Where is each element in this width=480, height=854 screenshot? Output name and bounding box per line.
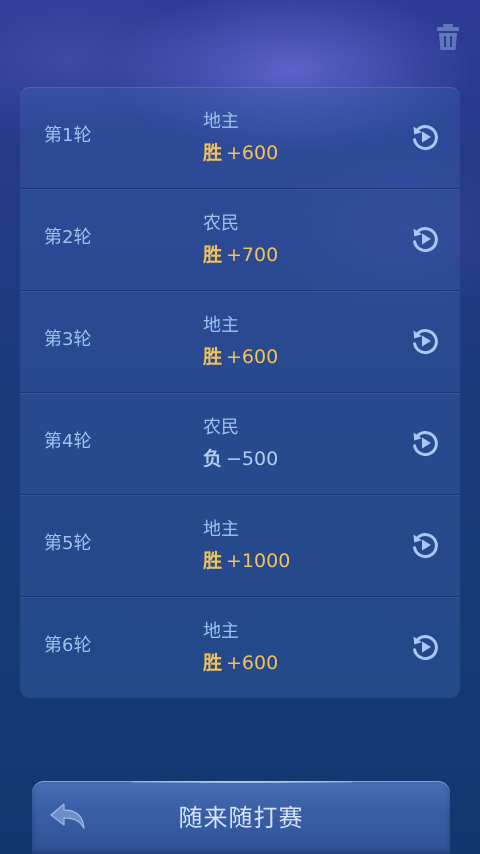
round-row: 第3轮 地主 胜 +600 — [20, 291, 460, 393]
trash-icon — [437, 24, 459, 50]
round-row: 第5轮 地主 胜 +1000 — [20, 495, 460, 597]
bottom-bar: 随来随打赛 — [32, 781, 450, 854]
score-value: +600 — [226, 652, 279, 674]
score-value: +700 — [226, 244, 279, 266]
result-word: 负 — [203, 448, 223, 470]
result-line: 胜 +600 — [203, 142, 278, 164]
replay-icon — [413, 635, 438, 661]
result-word: 胜 — [203, 142, 223, 164]
result-line: 胜 +1000 — [203, 550, 290, 572]
replay-button[interactable] — [410, 122, 440, 152]
round-row: 第2轮 农民 胜 +700 — [20, 189, 460, 291]
score-value: +1000 — [226, 550, 291, 572]
score-value: −500 — [226, 448, 279, 470]
round-label: 第5轮 — [44, 533, 92, 554]
round-row: 第1轮 地主 胜 +600 — [20, 87, 460, 189]
result-line: 胜 +700 — [203, 244, 278, 266]
replay-button[interactable] — [410, 428, 440, 458]
replay-icon — [413, 125, 438, 151]
result-line: 负 −500 — [203, 448, 278, 470]
replay-icon — [413, 227, 438, 253]
delete-button[interactable] — [434, 22, 462, 52]
replay-icon — [413, 533, 438, 559]
result-word: 胜 — [203, 550, 223, 572]
replay-button[interactable] — [410, 530, 440, 560]
role-text: 农民 — [203, 213, 239, 234]
result-line: 胜 +600 — [203, 346, 278, 368]
round-label: 第2轮 — [44, 227, 92, 248]
score-value: +600 — [226, 346, 279, 368]
replay-icon — [413, 329, 438, 355]
round-label: 第3轮 — [44, 329, 92, 350]
replay-icon — [413, 431, 438, 457]
rounds-list: 第1轮 地主 胜 +600 第2轮 农民 胜 +700 第3轮 地主 胜 +60… — [20, 87, 460, 698]
replay-button[interactable] — [410, 632, 440, 662]
round-row: 第4轮 农民 负 −500 — [20, 393, 460, 495]
role-text: 地主 — [203, 111, 239, 132]
round-label: 第4轮 — [44, 431, 92, 452]
role-text: 地主 — [203, 519, 239, 540]
role-text: 地主 — [203, 621, 239, 642]
bottom-title: 随来随打赛 — [178, 804, 304, 832]
replay-button[interactable] — [410, 224, 440, 254]
result-word: 胜 — [203, 652, 223, 674]
role-text: 农民 — [203, 417, 239, 438]
score-value: +600 — [226, 142, 279, 164]
round-row: 第6轮 地主 胜 +600 — [20, 597, 460, 698]
result-word: 胜 — [203, 346, 223, 368]
result-word: 胜 — [203, 244, 223, 266]
round-label: 第1轮 — [44, 125, 92, 146]
role-text: 地主 — [203, 315, 239, 336]
replay-button[interactable] — [410, 326, 440, 356]
result-line: 胜 +600 — [203, 652, 278, 674]
round-label: 第6轮 — [44, 635, 92, 656]
